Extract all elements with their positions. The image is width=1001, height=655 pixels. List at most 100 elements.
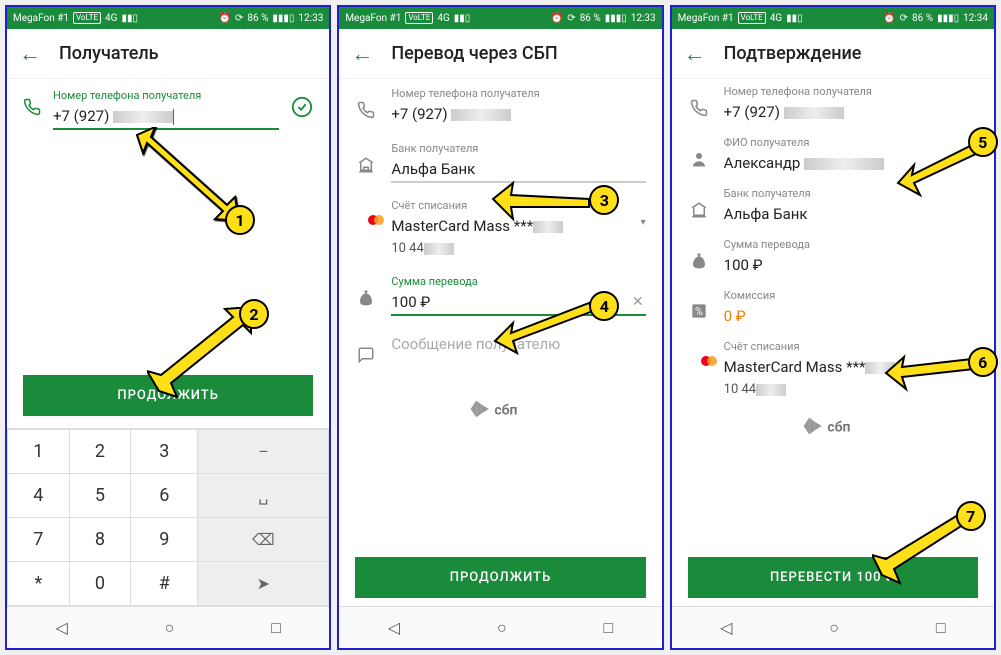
- key-9[interactable]: 9: [131, 518, 198, 562]
- name-label: ФИО получателя: [724, 136, 978, 149]
- nav-home[interactable]: ○: [829, 618, 839, 638]
- svg-text:сбп: сбп: [827, 420, 850, 436]
- nav-home[interactable]: ○: [497, 618, 507, 638]
- account-value2: 10 44: [391, 238, 645, 259]
- bank-icon: [355, 142, 377, 179]
- battery-label: 86 %: [912, 13, 933, 24]
- message-placeholder: Сообщение получателю: [391, 332, 645, 356]
- continue-button[interactable]: ПРОДОЛЖИТЬ: [23, 375, 313, 416]
- phone-icon: [688, 85, 710, 122]
- volte-badge: VoLTE: [73, 12, 101, 24]
- key-star[interactable]: *: [8, 562, 70, 606]
- phone-input[interactable]: +7 (927): [53, 104, 279, 130]
- key-hash[interactable]: #: [131, 562, 198, 606]
- key-7[interactable]: 7: [8, 518, 70, 562]
- net-label: 4G: [437, 13, 449, 24]
- nav-back[interactable]: ◁: [720, 618, 732, 637]
- phone-value: +7 (927): [391, 102, 645, 126]
- alarm-icon: ⏰: [551, 13, 563, 24]
- page-title: Подтверждение: [724, 43, 862, 64]
- alarm-icon: ⏰: [883, 13, 895, 24]
- nav-recent[interactable]: □: [936, 618, 946, 638]
- battery-label: 86 %: [580, 13, 601, 24]
- key-2[interactable]: 2: [69, 430, 131, 474]
- transfer-button[interactable]: ПЕРЕВЕСТИ 100 ₽: [688, 557, 978, 598]
- name-value: Александр: [724, 151, 978, 175]
- bank-value: Альфа Банк: [391, 157, 645, 183]
- money-bag-icon: [355, 275, 377, 312]
- continue-button[interactable]: ПРОДОЛЖИТЬ: [355, 557, 645, 598]
- key-8[interactable]: 8: [69, 518, 131, 562]
- android-navbar: ◁ ○ □: [672, 606, 994, 648]
- message-row[interactable]: Сообщение получателю: [339, 324, 661, 377]
- app-header: ← Подтверждение: [672, 29, 994, 79]
- clear-icon[interactable]: ✕: [632, 294, 644, 310]
- signal-icon: ▮▮▯: [786, 13, 803, 24]
- back-button[interactable]: ←: [684, 41, 706, 67]
- phone-label: Номер телефона получателя: [724, 85, 978, 98]
- bank-row[interactable]: Банк получателя Альфа Банк: [339, 134, 661, 191]
- sbp-logo: сбп: [672, 406, 994, 450]
- status-bar: MegaFon #1 VoLTE 4G ▮▮▯ ⏰ ⟳ 86 % ▮▮▮▯ 12…: [339, 7, 661, 29]
- percent-icon: %: [688, 289, 710, 324]
- page-title: Получатель: [59, 43, 159, 64]
- nav-recent[interactable]: □: [604, 618, 614, 638]
- phone-1: MegaFon #1 VoLTE 4G ▮▮▯ ⏰ ⟳ 86 % ▮▮▮▯ 12…: [5, 5, 331, 650]
- phone-row: Номер телефона получателя +7 (927): [339, 79, 661, 134]
- text-cursor: [173, 109, 174, 125]
- key-3[interactable]: 3: [131, 430, 198, 474]
- signal-icon: ▮▮▯: [121, 13, 138, 24]
- volte-badge: VoLTE: [738, 12, 766, 24]
- key-space[interactable]: ␣: [198, 474, 329, 518]
- battery-label: 86 %: [247, 13, 268, 24]
- phone-input-value: +7 (927): [53, 107, 109, 125]
- back-button[interactable]: ←: [19, 41, 41, 67]
- key-4[interactable]: 4: [8, 474, 70, 518]
- nav-back[interactable]: ◁: [55, 618, 67, 637]
- person-icon: [688, 136, 710, 173]
- bank-value: Альфа Банк: [724, 202, 978, 226]
- rotation-lock-icon: ⟳: [567, 13, 575, 24]
- mastercard-icon: [355, 199, 377, 213]
- status-bar: MegaFon #1 VoLTE 4G ▮▮▯ ⏰ ⟳ 86 % ▮▮▮▯ 12…: [672, 7, 994, 29]
- android-navbar: ◁ ○ □: [339, 606, 661, 648]
- valid-check-icon: [291, 96, 313, 123]
- key-backspace[interactable]: ⌫: [198, 518, 329, 562]
- key-1[interactable]: 1: [8, 430, 70, 474]
- fee-row: % Комиссия 0 ₽: [672, 283, 994, 334]
- volte-badge: VoLTE: [405, 12, 433, 24]
- fee-label: Комиссия: [724, 289, 978, 302]
- back-button[interactable]: ←: [351, 41, 373, 67]
- nav-back[interactable]: ◁: [388, 618, 400, 637]
- message-icon: [355, 332, 377, 369]
- key-minus[interactable]: –: [198, 430, 329, 474]
- fee-value: 0 ₽: [724, 304, 978, 328]
- page-title: Перевод через СБП: [391, 43, 557, 64]
- carrier-label: MegaFon #1: [13, 13, 69, 24]
- net-label: 4G: [105, 13, 117, 24]
- key-6[interactable]: 6: [131, 474, 198, 518]
- key-0[interactable]: 0: [69, 562, 131, 606]
- battery-icon: ▮▮▮▯: [937, 13, 959, 24]
- bank-row: Банк получателя Альфа Банк: [672, 181, 994, 232]
- nav-home[interactable]: ○: [165, 618, 175, 638]
- account-value: MasterCard Mass ***: [724, 355, 978, 379]
- key-5[interactable]: 5: [69, 474, 131, 518]
- android-navbar: ◁ ○ □: [7, 606, 329, 648]
- phone-value: +7 (927): [724, 100, 978, 124]
- amount-input[interactable]: 100 ₽ ✕: [391, 290, 645, 316]
- nav-recent[interactable]: □: [271, 618, 281, 638]
- carrier-label: MegaFon #1: [345, 13, 401, 24]
- account-row[interactable]: Счёт списания MasterCard Mass ***▾ 10 44: [339, 191, 661, 267]
- bank-icon: [688, 187, 710, 224]
- account-label: Счёт списания: [391, 199, 645, 212]
- numeric-keypad: 1 2 3 – 4 5 6 ␣ 7 8 9 ⌫ *: [7, 428, 329, 606]
- rotation-lock-icon: ⟳: [900, 13, 908, 24]
- key-next[interactable]: ➤: [198, 562, 329, 606]
- carrier-label: MegaFon #1: [678, 13, 734, 24]
- app-header: ← Перевод через СБП: [339, 29, 661, 79]
- rotation-lock-icon: ⟳: [235, 13, 243, 24]
- battery-icon: ▮▮▮▯: [605, 13, 627, 24]
- svg-text:сбп: сбп: [495, 403, 518, 419]
- phone-label: Номер телефона получателя: [391, 87, 645, 100]
